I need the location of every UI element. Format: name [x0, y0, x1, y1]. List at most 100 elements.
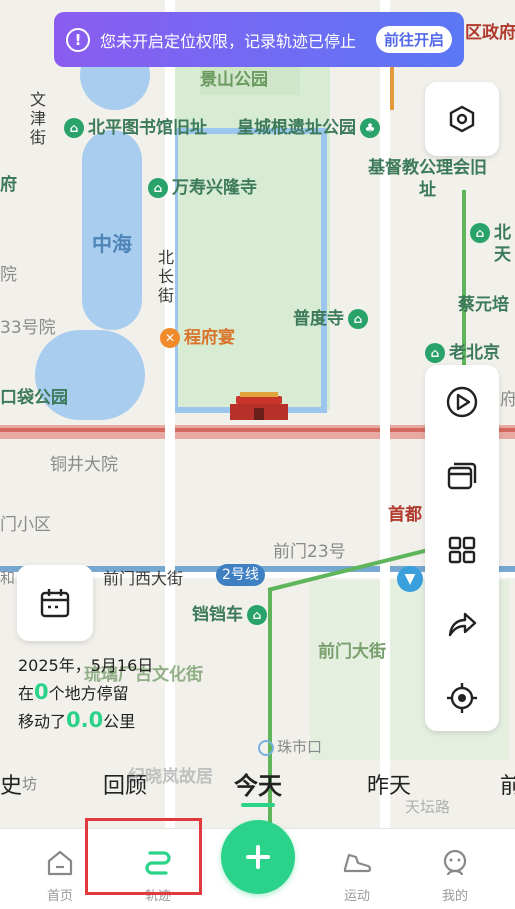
nav-mine[interactable]: 我的 [405, 829, 505, 909]
map-label-cai-yuanpei: 蔡元培 [458, 295, 509, 315]
tab-before[interactable]: 前 [500, 768, 515, 800]
share-icon [448, 612, 477, 637]
track-stats: 2025年，5月16日 在0个地方停留 移动了0.0公里 [18, 652, 153, 735]
map-label-qianmen23: 前门23号 [273, 542, 346, 562]
locate-button[interactable] [425, 661, 499, 735]
lao-beijing-text: 老北京 [449, 343, 500, 363]
map-label-chengfu: ✕ 程府宴 [160, 323, 235, 348]
grid-icon [448, 536, 476, 564]
park-icon: ♣ [360, 118, 380, 138]
orange-road [390, 60, 394, 110]
map-label-district: 区政府 [465, 23, 515, 43]
map-label-pudu: 普度寺 ⌂ [293, 304, 372, 329]
map-label-qianmen-street: 前门大街 [318, 642, 386, 662]
play-circle-icon [446, 386, 478, 418]
map-label-33: 33号院 [0, 318, 56, 338]
active-tab-indicator [241, 803, 275, 807]
tiananmen-landmark-icon [230, 392, 288, 422]
museum-icon: ⌂ [425, 343, 445, 363]
nav-home-label: 首页 [46, 889, 73, 904]
calendar-icon [40, 589, 70, 618]
share-button[interactable] [425, 587, 499, 661]
nav-sport-label: 运动 [343, 889, 370, 904]
moat [172, 128, 327, 413]
stats-date: 2025年，5月16日 [18, 656, 154, 675]
map-label-qianmen-west: 前门西大街 [103, 569, 184, 588]
huangcheng-text: 皇城根遗址公园 [237, 118, 356, 138]
user-face-icon [443, 849, 467, 876]
map-label-beiping-library: ⌂ 北平图书馆旧址 [64, 113, 207, 138]
bei-text: 北 [494, 223, 511, 243]
tab-today[interactable]: 今天 [234, 766, 282, 801]
nav-sport[interactable]: 运动 [307, 829, 407, 909]
map-settings-card [425, 82, 499, 156]
temple-icon: ⌂ [348, 309, 368, 329]
subway-station-icon [258, 739, 274, 756]
map-label-christian: 基督教公理会旧址 [368, 158, 487, 200]
tab-review[interactable]: 回顾 [103, 768, 147, 800]
map-label-lao-beijing: ⌂ 老北京 [425, 338, 500, 363]
temple-icon: ⌂ [148, 178, 168, 198]
playback-button[interactable] [425, 365, 499, 439]
move-distance: 0.0 [66, 708, 104, 732]
tian-text: 天 [494, 245, 511, 265]
map-label-dangdang: 铛铛车 ⌂ [192, 600, 271, 625]
enable-location-button[interactable]: 前往开启 [375, 26, 452, 53]
map-label-zhushikou: 珠市口 [258, 736, 322, 757]
beiping-library-text: 北平图书馆旧址 [88, 118, 207, 138]
map-label-yuan: 院 [0, 265, 17, 285]
location-permission-notice: ! 您未开启定位权限，记录轨迹已停止 前往开启 [54, 12, 464, 67]
map-label-wenjin: 文津街 [30, 90, 47, 147]
dangdang-text: 铛铛车 [192, 605, 243, 625]
map-label-shoudu: 首都 [388, 505, 422, 525]
add-button[interactable] [221, 820, 295, 894]
plus-icon [246, 845, 270, 869]
subway-line-badge: 2号线 [216, 564, 265, 586]
move-unit: 公里 [103, 712, 136, 731]
stats-move-row: 移动了0.0公里 [18, 707, 153, 735]
map-label-tongjing: 铜井大院 [50, 455, 118, 475]
tab-history[interactable]: 史 [0, 768, 22, 800]
map-label-beichang: 北长街 [158, 248, 175, 305]
stay-count: 0 [34, 680, 49, 704]
map-label-huangcheng: 皇城根遗址公园 ♣ [237, 113, 384, 138]
calendar-button[interactable] [17, 565, 93, 641]
home-icon [47, 850, 73, 876]
shoe-icon [343, 853, 372, 873]
nav-mine-label: 我的 [441, 889, 468, 904]
move-prefix: 移动了 [18, 712, 67, 731]
museum-icon: ⌂ [247, 605, 267, 625]
map-label-zhonghai: 中海 [92, 232, 132, 256]
poi-icon: ⌂ [470, 223, 490, 243]
locate-icon [447, 683, 477, 713]
chengfu-text: 程府宴 [184, 328, 235, 348]
stats-stay-row: 在0个地方停留 [18, 679, 153, 707]
map-toolbar [425, 365, 499, 731]
map-label-he: 和 [0, 569, 16, 587]
day-tabs: 史 回顾 今天 昨天 前 [0, 760, 515, 810]
map-label-menxiao: 门小区 [0, 515, 51, 535]
stay-suffix: 个地方停留 [48, 684, 129, 703]
wanshou-text: 万寿兴隆寺 [172, 178, 257, 198]
stay-prefix: 在 [18, 684, 35, 703]
cards-button[interactable] [425, 439, 499, 513]
cards-icon [447, 462, 477, 490]
hexagon-settings-icon [449, 105, 475, 133]
map-label-wanshou: ⌂ 万寿兴隆寺 [148, 173, 257, 198]
highlight-box [85, 818, 202, 895]
app-screen: 景山公园 区政府 文津街 ⌂ 北平图书馆旧址 皇城根遗址公园 ♣ ⌂ 万寿兴隆寺 府 … [0, 0, 515, 909]
poi-icon: ⌂ [64, 118, 84, 138]
map-label-fu: 府 [0, 175, 17, 195]
zhushikou-text: 珠市口 [277, 738, 323, 756]
exclamation-circle-icon: ! [66, 27, 90, 52]
location-pin-icon: ▼ [397, 566, 423, 592]
map-label-fu2: 府 [500, 390, 515, 410]
restaurant-icon: ✕ [160, 328, 180, 348]
map-label-koudai: 口袋公园 [0, 388, 68, 408]
map-settings-button[interactable] [425, 82, 499, 156]
notice-text: 您未开启定位权限，记录轨迹已停止 [100, 31, 357, 51]
map-label-jingshan: 景山公园 [200, 70, 268, 90]
grid-menu-button[interactable] [425, 513, 499, 587]
tab-yesterday[interactable]: 昨天 [367, 768, 411, 800]
map-label-bei-tian: ⌂ 北天 [470, 222, 515, 266]
